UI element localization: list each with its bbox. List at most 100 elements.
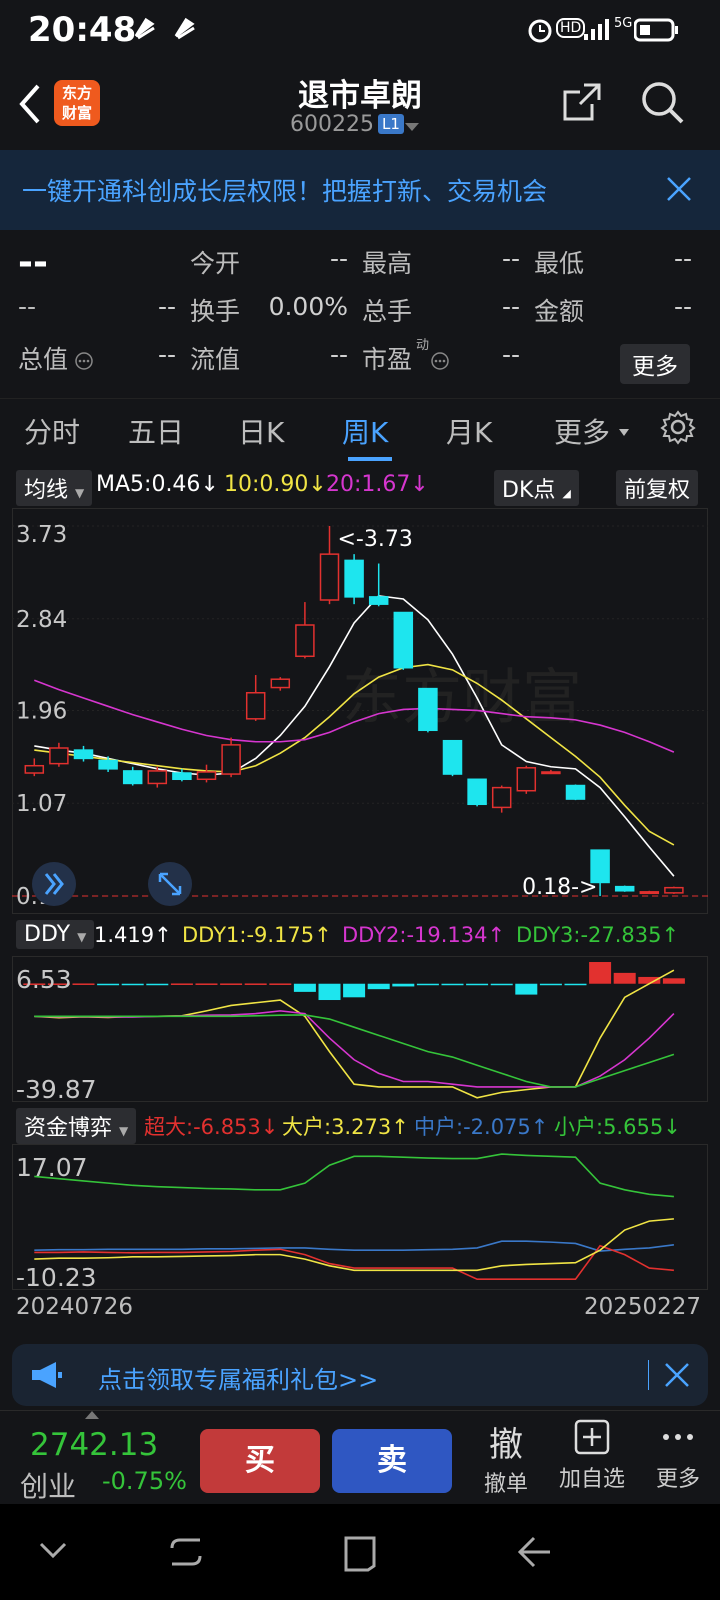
cancel-order-button[interactable]: 撤 撤单 <box>466 1417 546 1498</box>
more-label: 更多 <box>655 1467 700 1492</box>
candle-body <box>418 687 438 732</box>
fund-svg[interactable]: 17.07 -10.23 <box>12 1144 708 1292</box>
candle-body <box>270 678 291 689</box>
label-volume: 总手 <box>362 297 413 326</box>
adjust-select[interactable]: 前复权 <box>616 470 699 506</box>
fund-line <box>34 1240 675 1252</box>
candle <box>122 766 143 786</box>
chevron-down-icon[interactable] <box>618 423 630 442</box>
ddy-bar <box>564 983 587 986</box>
candle-body <box>73 749 94 760</box>
ma-type-label: 均线 <box>24 478 69 503</box>
caret-up-icon[interactable] <box>84 1405 100 1424</box>
kline-chart[interactable]: 东方财富 3.732.841.961.070.18<-3.730.18-> <box>12 508 708 914</box>
candle-body <box>565 784 586 800</box>
min-price-annotation: 0.18-> <box>522 875 597 900</box>
tab-intraday[interactable]: 分时 <box>24 411 80 451</box>
ddy-bar <box>146 983 169 986</box>
buy-button[interactable]: 买 <box>200 1429 320 1493</box>
candle-body <box>639 891 660 895</box>
dk-point-select[interactable]: DK点 ◢ <box>494 470 579 506</box>
more-actions-button[interactable]: 更多 <box>638 1419 718 1493</box>
candle-body <box>295 624 315 658</box>
ddy3-value: DDY3:-27.835↑ <box>516 923 680 947</box>
ddy-bar <box>72 983 95 985</box>
date-end: 20250227 <box>584 1294 702 1320</box>
tab-weekly-k[interactable]: 周K <box>342 411 388 451</box>
more-quote-button[interactable]: 更多 <box>620 344 690 384</box>
big-value: 大户:3.273↑ <box>282 1115 409 1139</box>
ddy-bar <box>293 983 316 992</box>
quote-row-2: -- -- 换手 0.00% 总手 -- 金额 -- <box>0 286 720 334</box>
tab-more[interactable]: 更多 <box>554 411 610 451</box>
candle <box>24 758 45 777</box>
candle <box>639 890 660 895</box>
date-start: 20240726 <box>16 1294 134 1320</box>
ddy-name: DDY <box>24 922 71 947</box>
ddy-value: 1.419↑ <box>94 923 172 947</box>
fund-legend: 资金博弈 ▼ 超大:-6.853↓ 大户:3.273↑ 中户:-2.075↑ 小… <box>0 1106 720 1144</box>
promo-banner[interactable]: 一键开通科创成长层权限！把握打新、交易机会 <box>0 150 720 230</box>
candle-body <box>344 559 364 598</box>
level-badge[interactable]: L1 <box>378 114 404 134</box>
close-icon[interactable] <box>664 1362 690 1392</box>
kline-svg[interactable]: 东方财富 3.732.841.961.070.18<-3.730.18-> <box>12 508 708 914</box>
fund-select[interactable]: 资金博弈 ▼ <box>16 1108 137 1144</box>
candle-body <box>319 553 340 601</box>
label-amount: 金额 <box>534 297 585 326</box>
candle-body <box>467 778 487 806</box>
ddy-svg[interactable]: 6.53 -39.87 <box>12 956 708 1104</box>
candle-body <box>664 886 684 894</box>
ddy-bar <box>662 978 685 984</box>
search-icon[interactable] <box>640 80 686 130</box>
ddy-bar <box>318 983 341 1001</box>
index-value[interactable]: 2742.13 <box>30 1427 158 1463</box>
info-icon[interactable] <box>74 348 94 377</box>
mid-value: 中户:-2.075↑ <box>414 1115 549 1139</box>
ma-type-select[interactable]: 均线 ▼ <box>16 470 93 506</box>
index-name[interactable]: 创业 <box>20 1465 76 1505</box>
ddy-chart[interactable]: 6.53 -39.87 <box>12 956 708 1104</box>
candle <box>221 737 241 778</box>
dk-label: DK点 <box>502 478 556 503</box>
candle-body <box>541 771 561 775</box>
back-icon[interactable] <box>516 1534 552 1574</box>
candle-body <box>245 692 266 720</box>
ddy-select[interactable]: DDY ▼ <box>16 920 95 949</box>
fund-y-tick: 17.07 <box>16 1153 88 1182</box>
ma5-value: MA5:0.46↓ <box>96 472 219 497</box>
home-icon[interactable] <box>342 1532 378 1576</box>
candle-body <box>614 885 635 892</box>
fullscreen-icon[interactable] <box>148 862 192 906</box>
kline-y-tick: 1.07 <box>16 791 67 817</box>
recents-icon[interactable] <box>168 1534 204 1574</box>
fund-chart[interactable]: 17.07 -10.23 <box>12 1144 708 1292</box>
candle <box>344 554 364 605</box>
share-icon[interactable] <box>562 82 602 126</box>
megaphone-icon <box>30 1360 64 1394</box>
banner-text[interactable]: 一键开通科创成长层权限！把握打新、交易机会 <box>22 172 547 208</box>
add-watchlist-button[interactable]: 加自选 <box>552 1419 632 1493</box>
trade-bar: 2742.13 创业 -0.75% 买 卖 撤 撤单 加自选 更多 <box>0 1410 720 1505</box>
close-icon[interactable] <box>666 176 692 206</box>
tab-five-day[interactable]: 五日 <box>128 411 184 451</box>
candle-body <box>98 759 118 770</box>
info-icon[interactable] <box>430 348 450 377</box>
sell-button[interactable]: 卖 <box>332 1429 452 1493</box>
kline-y-tick: 3.73 <box>16 522 67 548</box>
promo-text[interactable]: 点击领取专属福利礼包>> <box>98 1360 378 1395</box>
gear-icon[interactable] <box>660 409 696 449</box>
tab-monthly-k[interactable]: 月K <box>446 411 492 451</box>
chevron-down-icon[interactable] <box>38 1540 68 1564</box>
ddy2-value: DDY2:-19.134↑ <box>342 923 506 947</box>
status-time: 20:48 <box>28 10 137 50</box>
tab-daily-k[interactable]: 日K <box>238 411 284 451</box>
candle <box>245 675 266 721</box>
value-high: -- <box>501 244 520 273</box>
super-value: 超大:-6.853↓ <box>144 1115 279 1139</box>
chevron-down-icon[interactable] <box>404 118 420 137</box>
expand-chart-icon[interactable] <box>32 862 76 906</box>
index-change[interactable]: -0.75% <box>102 1467 187 1495</box>
gift-promo[interactable]: 点击领取专属福利礼包>> <box>12 1344 708 1406</box>
quote-row-3: 总值 -- 流值 -- 市盈 动 -- <box>0 334 720 382</box>
